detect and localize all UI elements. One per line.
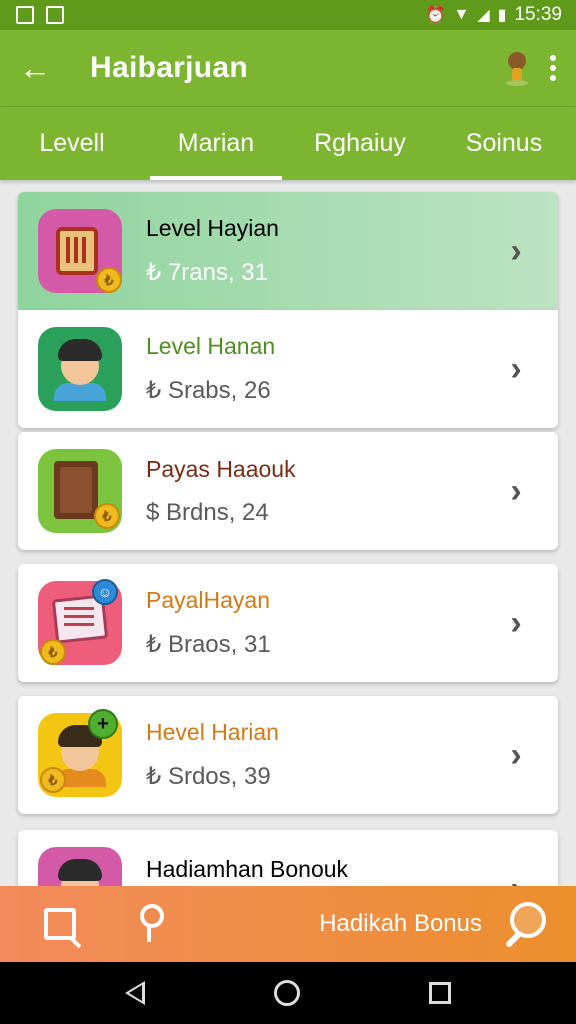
- tab-marian[interactable]: Marian: [144, 107, 288, 180]
- more-options-button[interactable]: [538, 30, 568, 106]
- man-plus-icon: ₺ +: [38, 709, 122, 797]
- item-subtitle: $ Brdns, 24: [146, 498, 269, 526]
- chevron-right-icon: ›: [510, 603, 522, 642]
- signal-icon: ◢: [477, 7, 490, 24]
- arrow-left-icon: ←: [19, 49, 51, 86]
- back-button[interactable]: ←: [0, 30, 70, 106]
- game-box-icon: ₺: [38, 209, 122, 293]
- search-icon[interactable]: [502, 902, 546, 946]
- list-item[interactable]: Level Hanan ₺ Srabs, 26 ›: [18, 310, 558, 428]
- bottom-action-bar: Hadikah Bonus: [0, 886, 576, 962]
- nav-home-icon[interactable]: [273, 980, 300, 1006]
- list-item[interactable]: ₺ Payas Haaouk $ Brdns, 24 ›: [18, 432, 558, 550]
- item-title: Level Hayian: [146, 215, 279, 241]
- list-item[interactable]: ₺ Level Hayian ₺ 7rans, 31 ›: [18, 192, 558, 310]
- item-subtitle: ₺ Srdos, 39: [146, 763, 271, 790]
- notification-icon: [16, 6, 34, 24]
- status-time: 15:39: [514, 4, 562, 25]
- gallery-icon: [46, 6, 64, 24]
- tab-soinus[interactable]: Soinus: [432, 107, 576, 180]
- notes-icon: ₺ ☺: [38, 579, 122, 665]
- key-icon[interactable]: [136, 904, 166, 944]
- item-subtitle: ₺ Srabs, 26: [146, 377, 271, 404]
- man-avatar-icon: [38, 327, 122, 411]
- wifi-icon: ▼: [453, 6, 470, 23]
- nav-recent-icon[interactable]: [429, 982, 452, 1004]
- chevron-right-icon: ›: [510, 735, 522, 774]
- item-title: Level Hanan: [146, 333, 276, 359]
- item-title: Hevel Harian: [146, 719, 279, 745]
- page-title: Haibarjuan: [90, 51, 249, 84]
- item-title: Hadiamhan Bonouk: [146, 856, 349, 882]
- tab-rghaiuy[interactable]: Rghaiuy: [288, 107, 432, 180]
- item-title: PayalHayan: [146, 587, 271, 613]
- system-nav-bar: [0, 962, 576, 1024]
- chevron-right-icon: ›: [510, 349, 522, 388]
- alarm-icon: ⏰: [425, 7, 446, 24]
- item-subtitle: ₺ Braos, 31: [146, 631, 271, 658]
- tab-levell[interactable]: Levell: [0, 107, 144, 180]
- chevron-right-icon: ›: [510, 231, 522, 270]
- tab-bar: Levell Marian Rghaiuy Soinus: [0, 106, 576, 180]
- item-subtitle: ₺ 7rans, 31: [146, 259, 269, 286]
- list-item[interactable]: ₺ + Hevel Harian ₺ Srdos, 39 ›: [18, 696, 558, 814]
- battery-icon: ▮: [497, 7, 507, 24]
- chevron-right-icon: ›: [510, 471, 522, 510]
- bonus-label[interactable]: Hadikah Bonus: [319, 910, 482, 938]
- edit-icon[interactable]: [44, 908, 76, 940]
- list-item[interactable]: ₺ ☺ PayalHayan ₺ Braos, 31 ›: [18, 564, 558, 682]
- profile-avatar[interactable]: [504, 48, 530, 88]
- nav-back-icon[interactable]: [124, 981, 145, 1005]
- item-title: Payas Haaouk: [146, 455, 296, 482]
- status-bar: ⏰ ▼ ◢ ▮ 15:39: [0, 0, 576, 30]
- app-bar: ← Haibarjuan: [0, 30, 576, 106]
- book-icon: ₺: [38, 449, 122, 533]
